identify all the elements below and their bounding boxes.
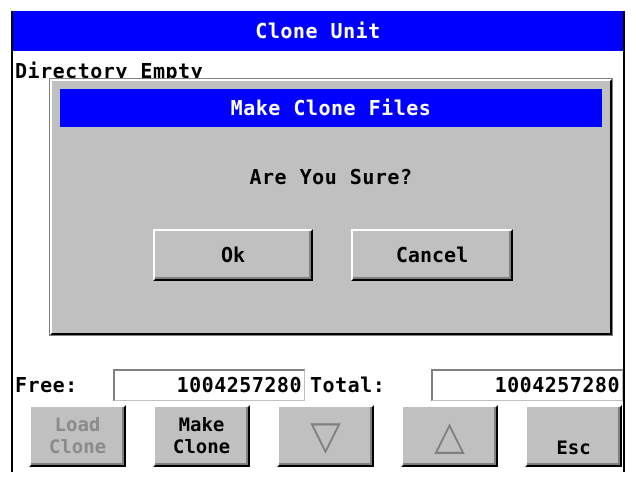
softkey-bar: Load Clone Make Clone ▽ △ Esc <box>13 403 623 472</box>
make-clone-dialog: Make Clone Files Are You Sure? Ok Cancel <box>50 79 612 335</box>
storage-row: Free: 1004257280 Total: 1004257280 <box>13 367 623 403</box>
total-space-field: 1004257280 <box>431 369 623 401</box>
free-label: Free: <box>15 373 78 397</box>
load-clone-label: Load Clone <box>48 414 107 458</box>
scroll-up-button[interactable]: △ <box>401 405 498 467</box>
title-bar: Clone Unit <box>13 11 623 51</box>
down-triangle-icon: ▽ <box>310 413 341 459</box>
ok-button[interactable]: Ok <box>153 229 313 281</box>
dialog-title: Make Clone Files <box>60 89 602 127</box>
up-triangle-icon: △ <box>434 413 465 459</box>
make-clone-button[interactable]: Make Clone <box>153 405 250 467</box>
load-clone-button[interactable]: Load Clone <box>29 405 126 467</box>
cancel-label: Cancel <box>395 243 469 267</box>
total-label: Total: <box>310 373 386 397</box>
free-space-field: 1004257280 <box>113 369 305 401</box>
ok-label: Ok <box>220 243 246 267</box>
scroll-down-button[interactable]: ▽ <box>277 405 374 467</box>
esc-button[interactable]: Esc <box>525 405 622 467</box>
cancel-button[interactable]: Cancel <box>351 229 513 281</box>
clone-unit-screen: Clone Unit Directory Empty Free: 1004257… <box>11 11 625 472</box>
dialog-message: Are You Sure? <box>249 165 413 189</box>
make-clone-label: Make Clone <box>172 414 231 458</box>
esc-label: Esc <box>556 437 591 459</box>
window-title: Clone Unit <box>255 19 381 43</box>
